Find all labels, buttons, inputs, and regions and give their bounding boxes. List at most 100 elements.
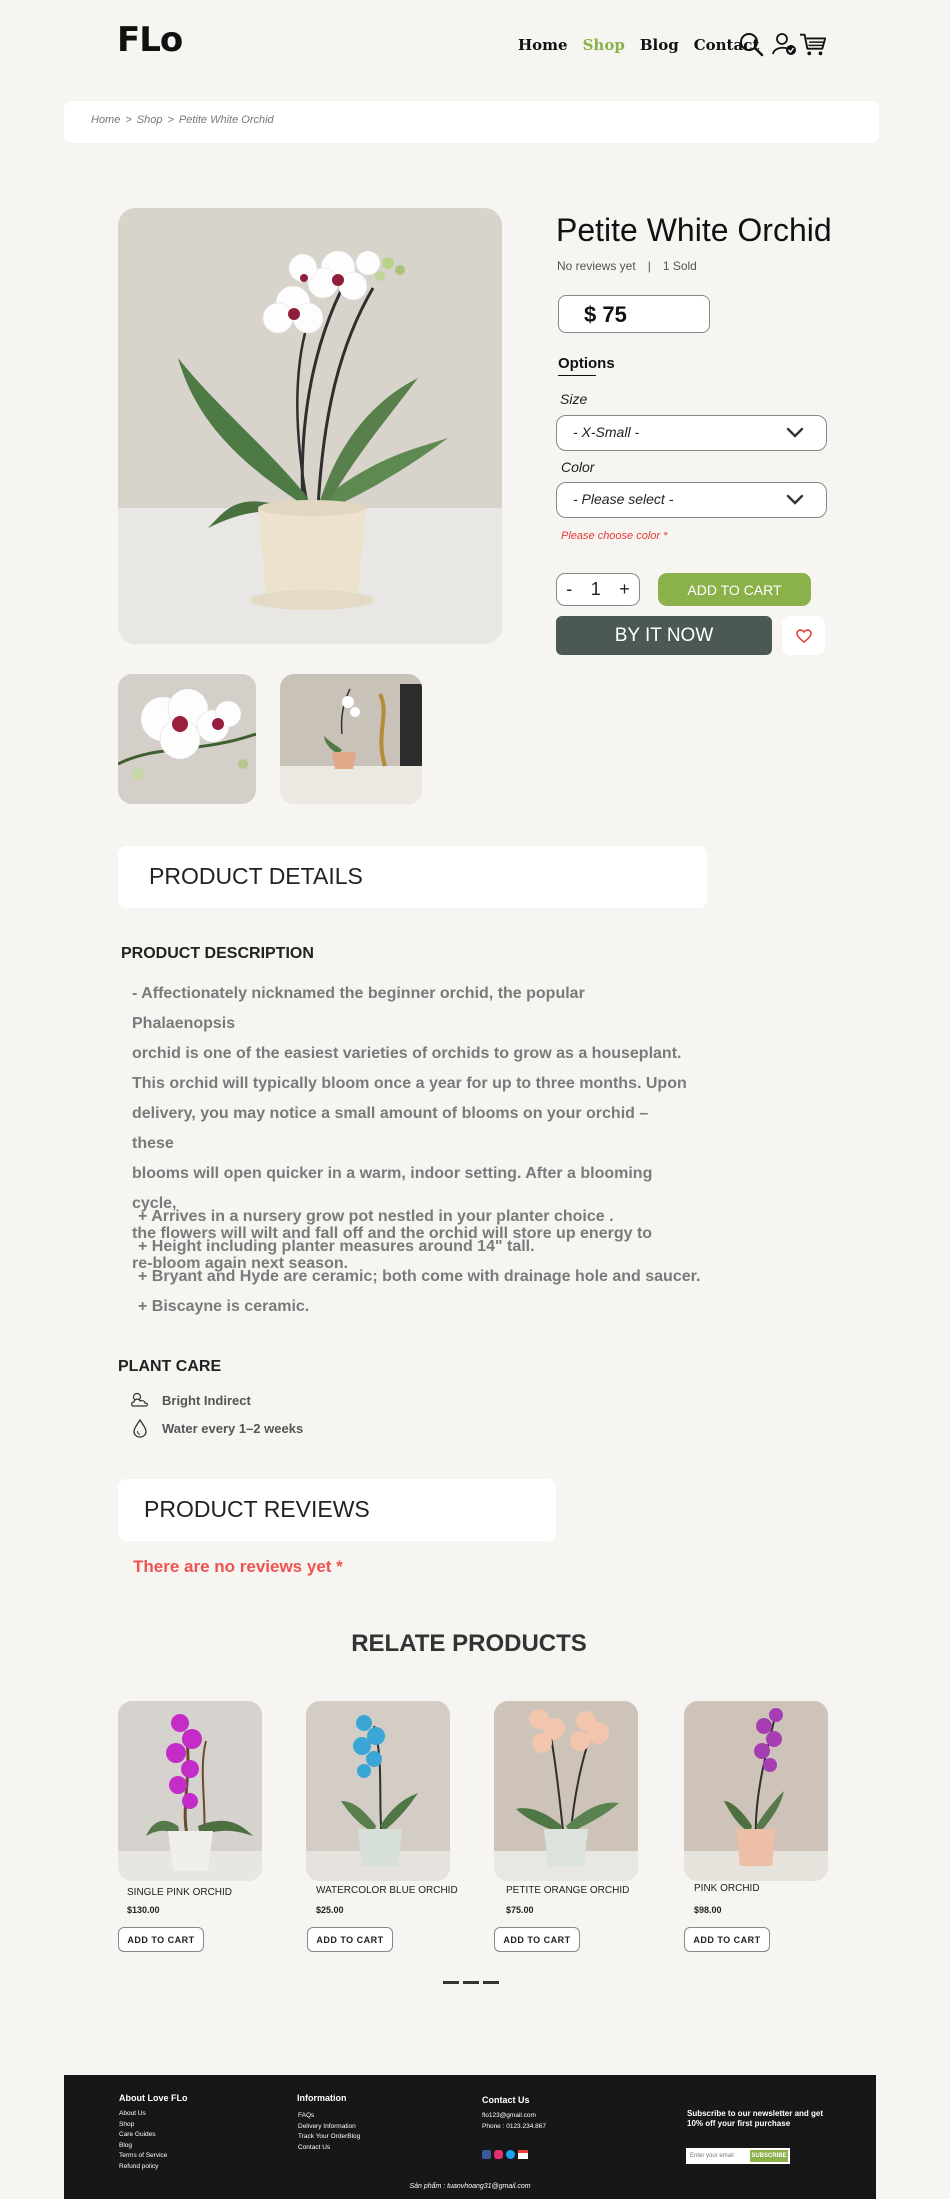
footer-link[interactable]: Delivery Information bbox=[298, 2122, 360, 2133]
search-icon[interactable] bbox=[737, 30, 765, 58]
related-product-image[interactable] bbox=[306, 1701, 450, 1881]
qty-plus-button[interactable]: + bbox=[619, 579, 630, 600]
newsletter-placeholder: Enter your email bbox=[690, 2153, 734, 2159]
related-product-name[interactable]: SINGLE PINK ORCHID bbox=[127, 1887, 232, 1898]
care-item-text: Water every 1–2 weeks bbox=[162, 1420, 304, 1436]
color-error-message: Please choose color * bbox=[561, 530, 668, 542]
logo[interactable]: FLo bbox=[117, 20, 183, 60]
product-features: + Arrives in a nursery grow pot nestled … bbox=[138, 1202, 700, 1322]
footer-link[interactable]: FAQs bbox=[298, 2111, 360, 2122]
feature-item: + Biscayne is ceramic. bbox=[138, 1298, 310, 1315]
add-to-cart-button[interactable]: ADD TO CART bbox=[658, 573, 811, 606]
footer-link[interactable]: Contact Us bbox=[298, 2143, 360, 2154]
twitter-icon[interactable] bbox=[506, 2150, 515, 2159]
breadcrumb-shop[interactable]: Shop bbox=[137, 114, 163, 126]
options-title: Options bbox=[558, 355, 615, 372]
qty-minus-button[interactable]: - bbox=[566, 579, 572, 600]
footer-link[interactable]: Refund policy bbox=[119, 2162, 167, 2173]
subscribe-button[interactable]: SUBSCRIBE bbox=[750, 2150, 788, 2162]
breadcrumb: Home > Shop > Petite White Orchid bbox=[91, 114, 274, 126]
related-add-to-cart-button[interactable]: ADD TO CART bbox=[684, 1927, 770, 1952]
feature-item: + Arrives in a nursery grow pot nestled … bbox=[138, 1208, 614, 1225]
related-product-name[interactable]: PINK ORCHID bbox=[694, 1883, 760, 1894]
related-product-image[interactable] bbox=[684, 1701, 828, 1881]
breadcrumb-separator: > bbox=[167, 114, 174, 126]
wishlist-button[interactable] bbox=[782, 616, 825, 655]
carousel-dot[interactable] bbox=[443, 1981, 459, 1984]
related-product-price: $98.00 bbox=[694, 1905, 722, 1915]
footer-about-links: About Us Shop Care Guides Blog Terms of … bbox=[119, 2109, 167, 2172]
quantity-stepper: - 1 + bbox=[556, 573, 640, 606]
meta-divider: | bbox=[647, 259, 651, 273]
related-product-image[interactable] bbox=[494, 1701, 638, 1881]
qty-value[interactable]: 1 bbox=[591, 579, 601, 600]
product-main-image bbox=[118, 208, 502, 644]
nav-shop[interactable]: Shop bbox=[583, 36, 625, 54]
price-box bbox=[558, 295, 710, 333]
care-item-water: Water every 1–2 weeks bbox=[130, 1418, 303, 1438]
footer-link[interactable]: Blog bbox=[119, 2141, 167, 2152]
size-select[interactable]: - X-Small - bbox=[556, 415, 827, 451]
breadcrumb-current: Petite White Orchid bbox=[178, 114, 274, 126]
related-product-image[interactable] bbox=[118, 1701, 262, 1881]
no-reviews-message: There are no reviews yet * bbox=[133, 1557, 343, 1576]
carousel-dot[interactable] bbox=[483, 1981, 499, 1984]
heart-icon bbox=[795, 628, 812, 643]
water-drop-icon bbox=[133, 1418, 147, 1438]
user-icon[interactable] bbox=[771, 30, 799, 58]
footer-about-title: About Love FLo bbox=[119, 2093, 188, 2103]
main-nav: Home Shop Blog Contact bbox=[518, 36, 759, 54]
product-reviews-title: PRODUCT REVIEWS bbox=[144, 1496, 370, 1522]
footer-link[interactable]: Shop bbox=[119, 2120, 167, 2131]
carousel-dot[interactable] bbox=[463, 1981, 479, 1984]
footer: About Love FLo About Us Shop Care Guides… bbox=[64, 2075, 876, 2199]
related-product-name[interactable]: WATERCOLOR BLUE ORCHID bbox=[316, 1885, 458, 1896]
footer-contact-info: flo123@gmail.com Phone : 0123.234.867 bbox=[482, 2111, 546, 2132]
chevron-down-icon bbox=[786, 494, 804, 505]
care-item-light: Bright Indirect bbox=[130, 1391, 251, 1409]
related-add-to-cart-button[interactable]: ADD TO CART bbox=[494, 1927, 580, 1952]
related-product-price: $25.00 bbox=[316, 1905, 344, 1915]
breadcrumb-separator: > bbox=[125, 114, 132, 126]
footer-link[interactable]: Terms of Service bbox=[119, 2151, 167, 2162]
footer-link[interactable]: Track Your OrderBlog bbox=[298, 2132, 360, 2143]
review-count[interactable]: No reviews yet bbox=[557, 259, 636, 273]
care-item-text: Bright Indirect bbox=[162, 1392, 251, 1408]
nav-blog[interactable]: Blog bbox=[640, 36, 679, 54]
chevron-down-icon bbox=[786, 427, 804, 438]
product-details-title: PRODUCT DETAILS bbox=[149, 863, 363, 889]
color-select-value: - Please select - bbox=[573, 491, 674, 507]
footer-info-title: Information bbox=[297, 2093, 347, 2103]
instagram-icon[interactable] bbox=[494, 2150, 503, 2159]
related-products-title: RELATE PRODUCTS bbox=[351, 1630, 587, 1657]
product-thumbnail-2[interactable] bbox=[280, 674, 422, 804]
color-label: Color bbox=[561, 459, 595, 475]
product-reviews-header: PRODUCT REVIEWS bbox=[118, 1479, 556, 1541]
color-select[interactable]: - Please select - bbox=[556, 482, 827, 518]
breadcrumb-home[interactable]: Home bbox=[91, 114, 120, 126]
related-product-name[interactable]: PETITE ORANGE ORCHID bbox=[506, 1885, 629, 1896]
product-thumbnail-1[interactable] bbox=[118, 674, 256, 804]
product-details-header: PRODUCT DETAILS bbox=[118, 846, 707, 908]
related-add-to-cart-button[interactable]: ADD TO CART bbox=[118, 1927, 204, 1952]
footer-contact-title: Contact Us bbox=[482, 2095, 530, 2105]
nav-home[interactable]: Home bbox=[518, 36, 568, 54]
footer-copyright: Sản phẩm : tuanvhoang31@gmail.com bbox=[409, 2183, 531, 2190]
related-add-to-cart-button[interactable]: ADD TO CART bbox=[307, 1927, 393, 1952]
size-label: Size bbox=[560, 391, 588, 407]
description-line: - Affectionately nicknamed the beginner … bbox=[132, 985, 585, 1032]
buy-now-button[interactable]: BY IT NOW bbox=[556, 616, 772, 655]
social-links bbox=[482, 2150, 528, 2159]
feature-item: + Height including planter measures arou… bbox=[138, 1238, 535, 1255]
feature-item: + Bryant and Hyde are ceramic; both come… bbox=[138, 1268, 701, 1285]
description-title: PRODUCT DESCRIPTION bbox=[121, 945, 314, 962]
footer-link[interactable]: About Us bbox=[119, 2109, 167, 2120]
cart-icon[interactable] bbox=[799, 30, 827, 58]
facebook-icon[interactable] bbox=[482, 2150, 491, 2159]
gmail-icon[interactable] bbox=[518, 2150, 528, 2159]
product-title: Petite White Orchid bbox=[556, 212, 832, 248]
footer-link[interactable]: Care Guides bbox=[119, 2130, 167, 2141]
sun-cloud-icon bbox=[131, 1392, 148, 1407]
footer-info-links: FAQs Delivery Information Track Your Ord… bbox=[298, 2111, 360, 2153]
footer-email[interactable]: flo123@gmail.com bbox=[482, 2111, 546, 2122]
